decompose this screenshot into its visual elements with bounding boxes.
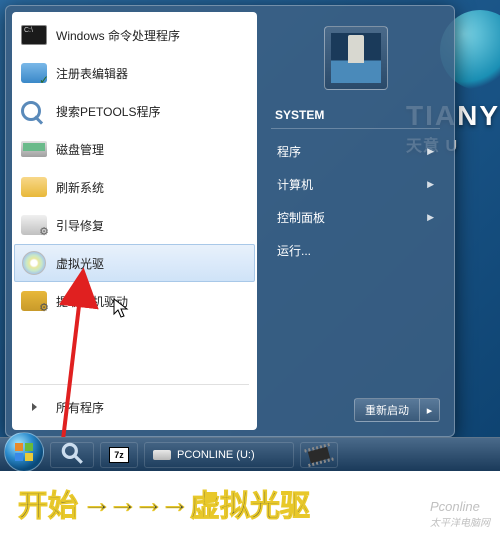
drive-icon [153,450,171,460]
right-item-label: 控制面板 [277,209,325,226]
system-label: SYSTEM [271,108,440,122]
menu-item-all-programs[interactable]: 所有程序 [14,388,255,426]
shutdown-options-arrow[interactable]: ▸ [419,399,439,421]
menu-label: 磁盘管理 [56,141,104,158]
separator [20,384,249,385]
sevenzip-icon: 7z [109,447,129,463]
taskbar-chip-tool[interactable] [300,442,338,468]
start-button[interactable] [4,432,44,472]
taskbar-drive-button[interactable]: PCONLINE (U:) [144,442,294,468]
menu-label: 注册表编辑器 [56,65,128,82]
drive-label: PCONLINE (U:) [177,449,255,461]
menu-item-cmd[interactable]: Windows 命令处理程序 [14,16,255,54]
watermark-sub: 太平洋电脑网 [430,514,490,529]
restart-button[interactable]: 重新启动 ▸ [354,398,440,422]
chevron-right-icon: ▶ [427,179,434,190]
annotation-caption: 开始 →→→→ 虚拟光驱 Pconline 太平洋电脑网 [0,471,500,535]
restart-label: 重新启动 [355,402,419,418]
virtual-cd-icon [20,249,48,277]
menu-label: Windows 命令处理程序 [56,27,180,44]
right-item-label: 计算机 [277,176,313,193]
menu-label: 提取本机驱动 [56,293,128,310]
chevron-right-icon: ▶ [427,212,434,223]
start-menu-left-pane: Windows 命令处理程序 注册表编辑器 搜索PETOOLS程序 磁盘管理 刷… [12,12,257,430]
start-menu: Windows 命令处理程序 注册表编辑器 搜索PETOOLS程序 磁盘管理 刷… [5,5,455,437]
regedit-icon [20,59,48,87]
caption-left: 开始 [18,481,78,525]
caption-arrows: →→→→ [82,486,186,520]
search-icon [20,97,48,125]
right-item-control-panel[interactable]: 控制面板 ▶ [271,201,440,234]
taskbar-magnifier[interactable] [50,442,94,468]
desktop: TIANY 天意 U Windows 命令处理程序 注册表编辑器 搜索PETOO… [0,0,500,471]
right-item-computer[interactable]: 计算机 ▶ [271,168,440,201]
menu-label: 引导修复 [56,217,104,234]
magnifier-icon [59,440,85,469]
menu-item-extract-drivers[interactable]: 提取本机驱动 [14,282,255,320]
menu-label: 所有程序 [56,399,104,416]
boot-repair-icon [20,211,48,239]
start-menu-right-pane: SYSTEM 程序 ▶ 计算机 ▶ 控制面板 ▶ 运行... 重新启动 ▸ [257,12,448,430]
right-item-label: 运行... [277,242,311,259]
right-item-programs[interactable]: 程序 ▶ [271,135,440,168]
chip-icon [308,446,330,463]
all-programs-icon [20,393,48,421]
menu-item-boot-repair[interactable]: 引导修复 [14,206,255,244]
menu-item-refresh-system[interactable]: 刷新系统 [14,168,255,206]
chevron-right-icon: ▶ [427,146,434,157]
menu-label: 虚拟光驱 [56,255,104,272]
refresh-icon [20,173,48,201]
menu-item-disk-mgmt[interactable]: 磁盘管理 [14,130,255,168]
disk-mgmt-icon [20,135,48,163]
menu-label: 搜索PETOOLS程序 [56,103,160,120]
taskbar-7zip[interactable]: 7z [100,442,138,468]
menu-item-search-petools[interactable]: 搜索PETOOLS程序 [14,92,255,130]
separator [271,128,440,129]
watermark: Pconline 太平洋电脑网 [430,499,490,529]
caption-right: 虚拟光驱 [190,481,310,525]
right-item-label: 程序 [277,143,301,160]
cmd-icon [20,21,48,49]
user-picture[interactable] [324,26,388,90]
watermark-text: Pconline [430,499,480,514]
menu-item-virtual-cd[interactable]: 虚拟光驱 [14,244,255,282]
menu-label: 刷新系统 [56,179,104,196]
extract-driver-icon [20,287,48,315]
menu-item-regedit[interactable]: 注册表编辑器 [14,54,255,92]
right-item-run[interactable]: 运行... [271,234,440,267]
taskbar: 7z PCONLINE (U:) [0,437,500,471]
